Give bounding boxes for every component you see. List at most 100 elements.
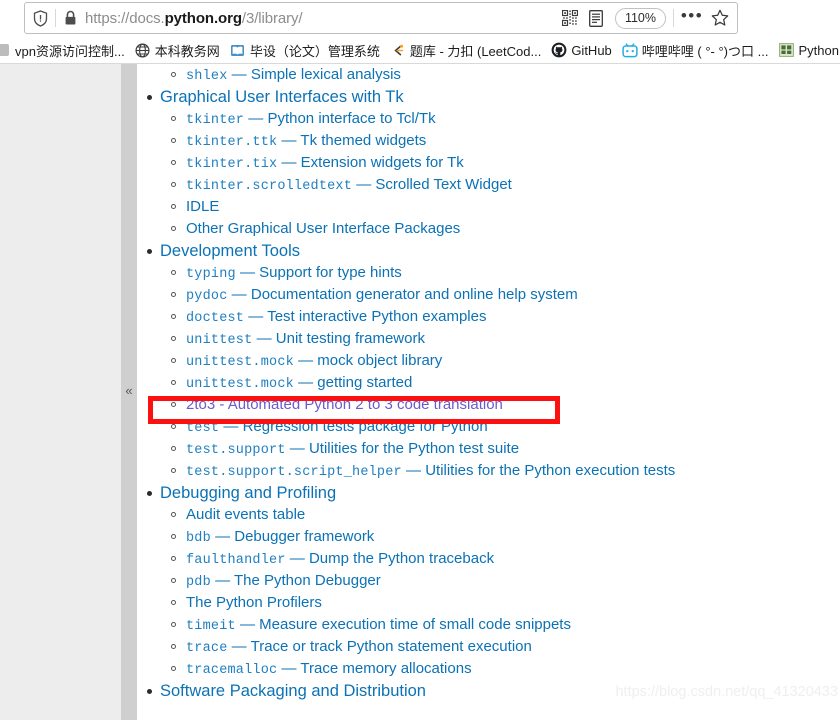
page-actions-ellipsis-icon[interactable]: ••• <box>677 7 707 26</box>
toc-link[interactable]: bdb — Debugger framework <box>186 528 375 546</box>
toc-link[interactable]: tracemalloc — Trace memory allocations <box>186 660 472 678</box>
toc-link[interactable]: pydoc — Documentation generator and onli… <box>186 286 578 304</box>
toc-link[interactable]: typing — Support for type hints <box>186 264 402 282</box>
toc-link[interactable]: trace — Trace or track Python statement … <box>186 638 532 656</box>
circle-bullet-icon <box>171 138 176 143</box>
page-viewport: « shlex — Simple lexical analysis Graphic… <box>0 64 840 720</box>
bookmark-biyelunwen[interactable]: 毕设（论文）管理系统 <box>225 39 385 62</box>
circle-bullet-icon <box>171 512 176 517</box>
module-name: tkinter.scrolledtext <box>186 179 353 194</box>
em-dash: — <box>352 176 376 193</box>
toc-link[interactable]: 2to3 - Automated Python 2 to 3 code tran… <box>186 396 503 413</box>
toc-link[interactable]: tkinter.scrolledtext — Scrolled Text Wid… <box>186 176 512 194</box>
sidebar-collapse-toggle[interactable]: « <box>121 64 137 720</box>
disc-bullet-icon <box>147 249 152 254</box>
toc-root-list: Graphical User Interfaces with Tk tkinter… <box>137 86 840 702</box>
toc-link-text: Trace memory allocations <box>300 660 472 677</box>
bookmark-jiaowuwang[interactable]: 本科教务网 <box>130 39 225 62</box>
url-text[interactable]: https://docs.python.org/3/library/ <box>84 10 557 27</box>
em-dash: — <box>293 374 318 391</box>
url-path: /3/library/ <box>241 9 303 27</box>
em-dash: — <box>252 330 276 347</box>
bookmark-vpn[interactable]: vpn资源访问控制... <box>0 39 130 62</box>
reader-mode-icon[interactable] <box>583 5 609 31</box>
disc-bullet-icon <box>147 491 152 496</box>
toc-link-text: Utilities for the Python test suite <box>308 440 520 457</box>
toc-link[interactable]: doctest — Test interactive Python exampl… <box>186 308 486 326</box>
em-dash: — <box>293 352 318 369</box>
toc-list-item: typing — Support for type hints <box>160 262 840 284</box>
bilibili-icon <box>622 42 638 58</box>
module-name: unittest.mock <box>186 355 294 370</box>
bookmark-leetcode[interactable]: 题库 - 力扣 (LeetCod... <box>385 39 546 62</box>
toc-link[interactable]: faulthandler — Dump the Python traceback <box>186 550 494 568</box>
circle-bullet-icon <box>171 292 176 297</box>
toc-link-text: Tk themed widgets <box>300 132 427 149</box>
toc-link[interactable]: Other Graphical User Interface Packages <box>186 220 460 237</box>
urlbar-separator-2 <box>673 9 674 27</box>
module-name: bdb <box>186 531 211 546</box>
toc-link-text: Unit testing framework <box>275 330 425 347</box>
toc-link[interactable]: test.support.script_helper — Utilities f… <box>186 462 676 480</box>
toc-sublist-leading: shlex — Simple lexical analysis <box>160 64 840 86</box>
address-bar[interactable]: https://docs.python.org/3/library/ 110% … <box>24 2 738 34</box>
toc-link[interactable]: tkinter.ttk — Tk themed widgets <box>186 132 427 150</box>
toc-section-title[interactable]: Graphical User Interfaces with Tk <box>160 86 840 108</box>
circle-bullet-icon <box>171 336 176 341</box>
zoom-level-badge[interactable]: 110% <box>614 7 666 29</box>
circle-bullet-icon <box>171 402 176 407</box>
module-name: tkinter.tix <box>186 157 278 172</box>
toc-link-text: Utilities for the Python execution tests <box>425 462 676 479</box>
qr-code-icon[interactable] <box>557 5 583 31</box>
toc-link-text: The Python Debugger <box>233 572 381 589</box>
em-dash: — <box>210 572 234 589</box>
module-name: typing <box>186 267 236 282</box>
toc-sublist: tkinter — Python interface to Tcl/Tk tkin… <box>160 108 840 240</box>
toc-link[interactable]: unittest.mock — mock object library <box>186 352 443 370</box>
shield-icon[interactable] <box>25 3 55 33</box>
toc-link-text: mock object library <box>317 352 443 369</box>
star-bookmark-icon[interactable] <box>707 5 733 31</box>
toc-link[interactable]: test — Regression tests package for Pyth… <box>186 418 488 436</box>
toc-link[interactable]: pdb — The Python Debugger <box>186 572 381 590</box>
bookmark-bilibili[interactable]: 哔哩哔哩 ( °- °)つ口 ... <box>617 39 774 62</box>
toc-link-text: Regression tests package for Python <box>242 418 488 435</box>
bookmark-python-print[interactable]: Python prin <box>773 39 840 62</box>
toc-list-item: pdb — The Python Debugger <box>160 570 840 592</box>
leetcode-icon <box>390 42 406 58</box>
em-dash: — <box>277 154 301 171</box>
toc-link[interactable]: timeit — Measure execution time of small… <box>186 616 571 634</box>
toc-link[interactable]: IDLE <box>186 198 219 215</box>
toc-link[interactable]: The Python Profilers <box>186 594 322 611</box>
toc-link-text: Trace or track Python statement executio… <box>250 638 532 655</box>
toc-list-item: IDLE <box>160 196 840 218</box>
toc-list-item: unittest — Unit testing framework <box>160 328 840 350</box>
url-host: python.org <box>164 9 242 27</box>
toc-link[interactable]: unittest — Unit testing framework <box>186 330 425 348</box>
toc-link[interactable]: tkinter.tix — Extension widgets for Tk <box>186 154 464 172</box>
toc-section-title[interactable]: Development Tools <box>160 240 840 262</box>
circle-bullet-icon <box>171 534 176 539</box>
toc-section: Graphical User Interfaces with Tk tkinter… <box>137 86 840 240</box>
bookmark-github[interactable]: GitHub <box>546 39 616 62</box>
toc-link-text: IDLE <box>186 198 220 215</box>
circle-bullet-icon <box>171 72 176 77</box>
em-dash: — <box>244 308 268 325</box>
circle-bullet-icon <box>171 270 176 275</box>
circle-bullet-icon <box>171 556 176 561</box>
toc-section: Development Tools typing — Support for ty… <box>137 240 840 482</box>
disc-bullet-icon <box>147 689 152 694</box>
toc-link[interactable]: unittest.mock — getting started <box>186 374 412 392</box>
toc-link[interactable]: Audit events table <box>186 506 305 523</box>
toc-link[interactable]: shlex — Simple lexical analysis <box>186 66 401 84</box>
toc-link[interactable]: tkinter — Python interface to Tcl/Tk <box>186 110 436 128</box>
toc-list-item: test.support.script_helper — Utilities f… <box>160 460 840 482</box>
toc-list-item: trace — Trace or track Python statement … <box>160 636 840 658</box>
toc-section-title[interactable]: Debugging and Profiling <box>160 482 840 504</box>
padlock-icon[interactable] <box>56 3 84 33</box>
circle-bullet-icon <box>171 666 176 671</box>
circle-bullet-icon <box>171 160 176 165</box>
toc-link[interactable]: test.support — Utilities for the Python … <box>186 440 520 458</box>
toc-link-text: Measure execution time of small code sni… <box>259 616 571 633</box>
toc-link-text: Debugger framework <box>234 528 375 545</box>
